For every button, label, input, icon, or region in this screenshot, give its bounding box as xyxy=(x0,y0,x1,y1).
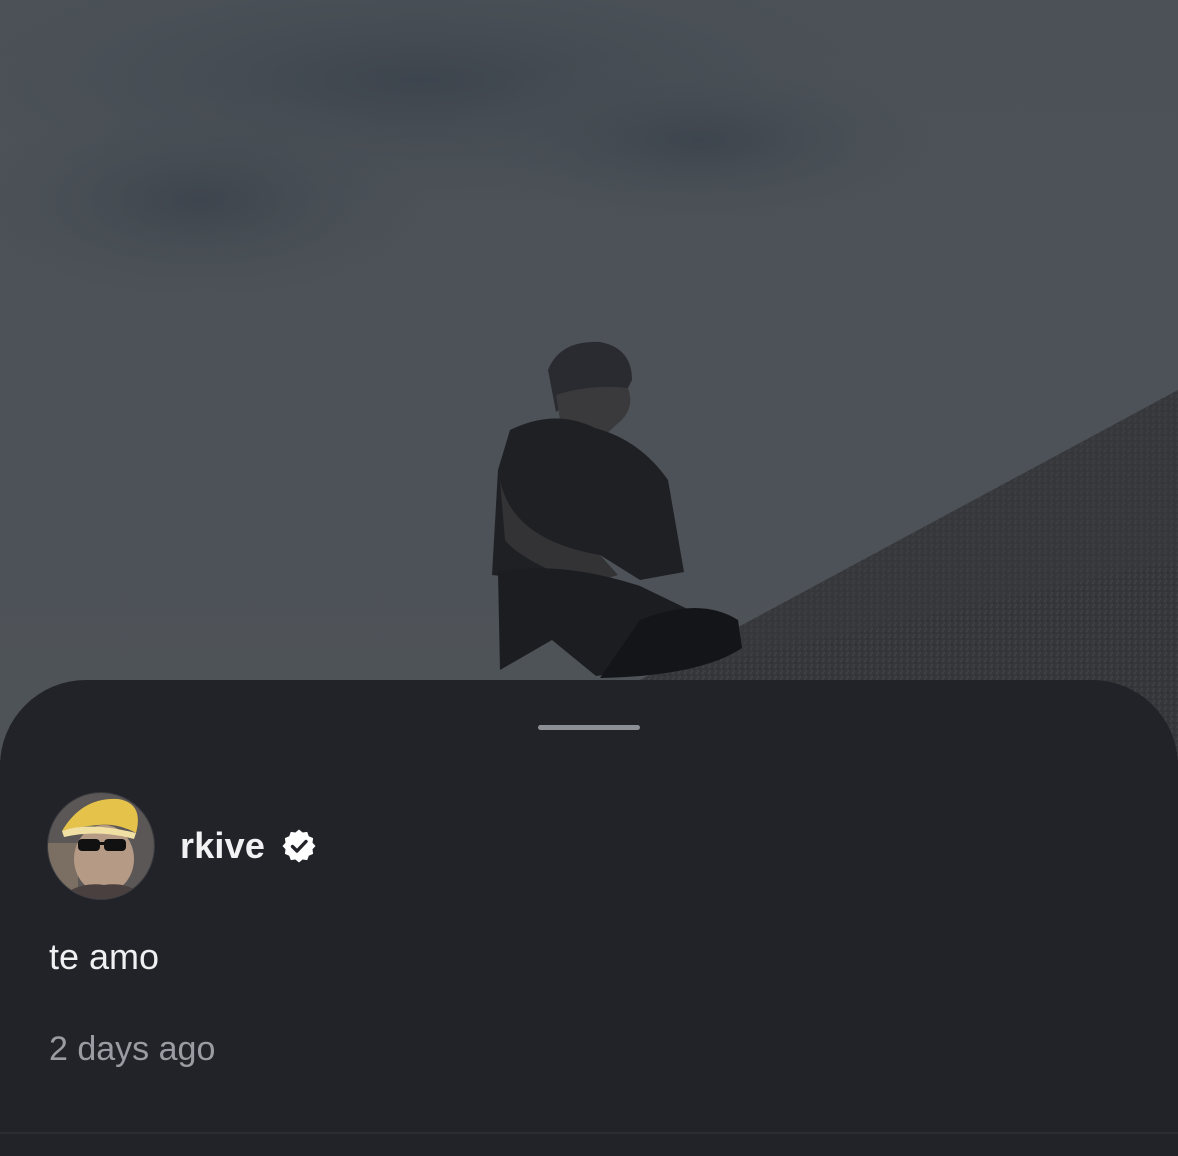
verified-badge-icon xyxy=(282,829,316,863)
avatar[interactable] xyxy=(48,793,154,899)
drag-handle[interactable] xyxy=(538,725,640,730)
divider xyxy=(0,1132,1178,1134)
post-photo xyxy=(0,0,1178,760)
username-group[interactable]: rkive xyxy=(180,825,317,867)
avatar-image-icon xyxy=(48,793,154,899)
author-row: rkive xyxy=(48,792,317,900)
comment-text: te amo xyxy=(49,936,160,977)
username[interactable]: rkive xyxy=(180,825,265,867)
timestamp: 2 days ago xyxy=(49,1030,216,1068)
comment-sheet: rkive te amo 2 days ago xyxy=(0,680,1178,1156)
post-photo-graphic xyxy=(0,0,1178,760)
story-screen: rkive te amo 2 days ago xyxy=(0,0,1178,1156)
